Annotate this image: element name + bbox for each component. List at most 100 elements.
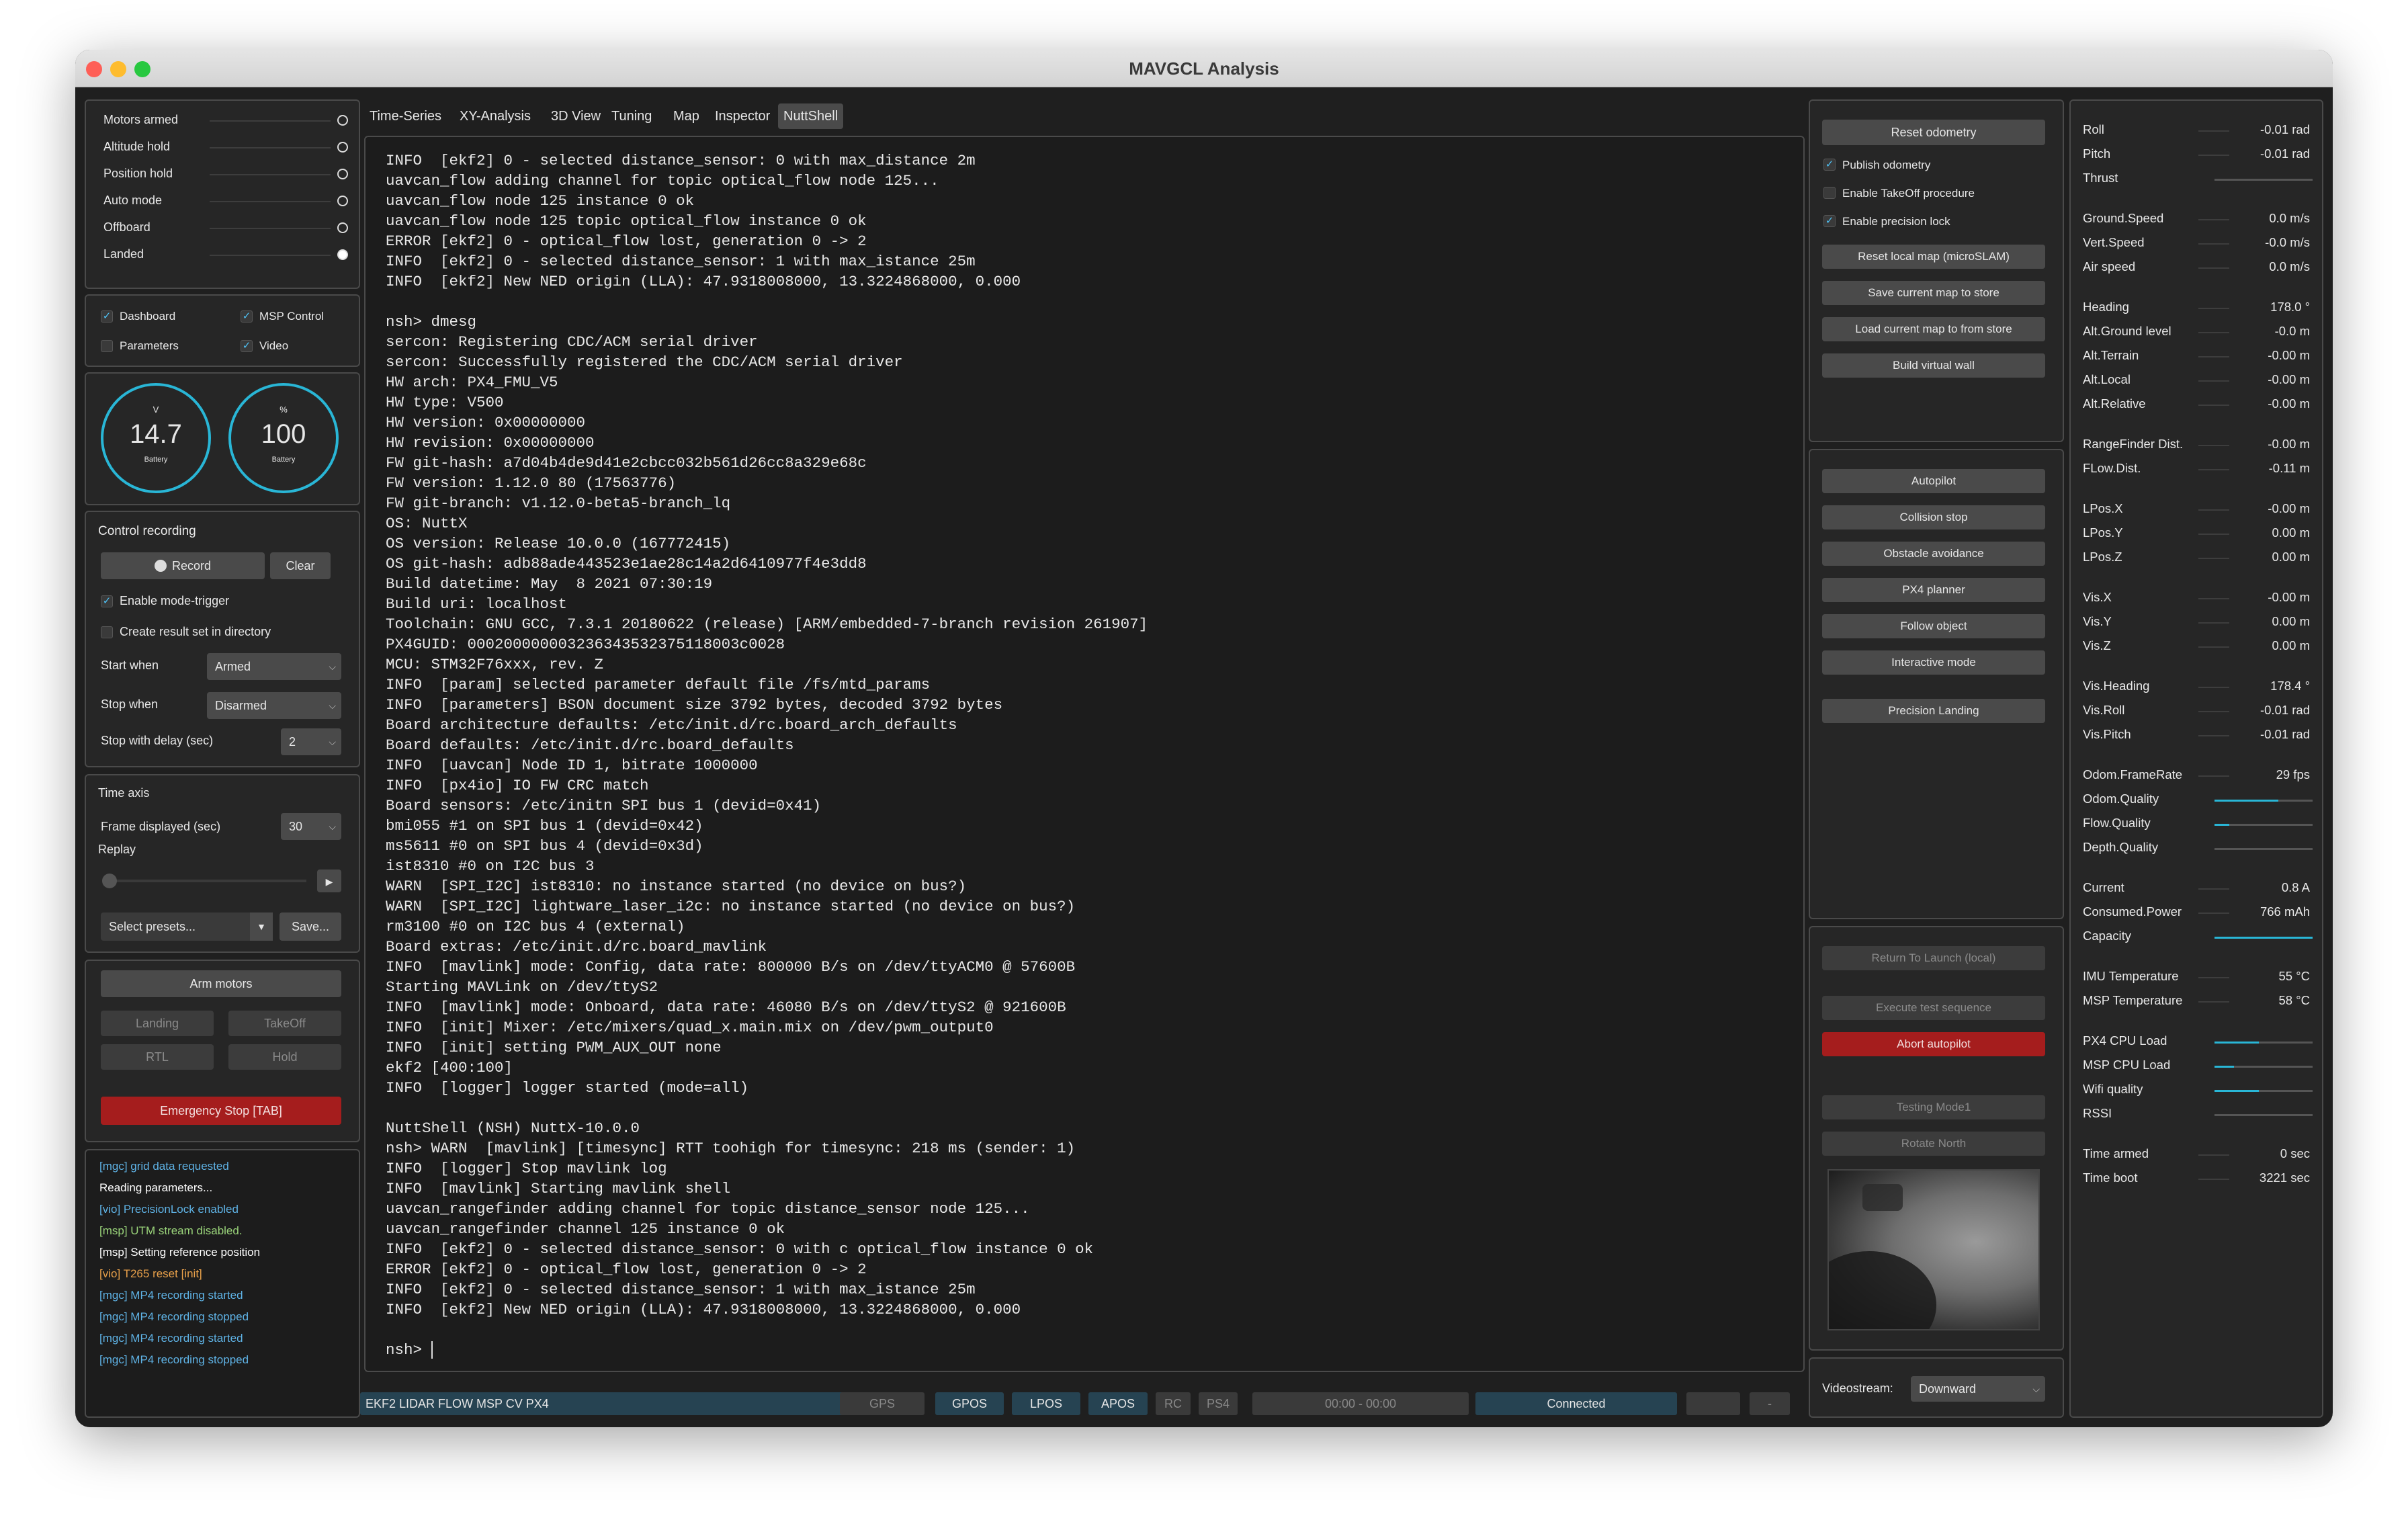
terminal-line: uavcan_rangefinder adding channel for to… bbox=[386, 1200, 1030, 1218]
save-map-button[interactable]: Save current map to store bbox=[1822, 281, 2045, 305]
telemetry-label: Vis.Y bbox=[2083, 614, 2112, 628]
landing-button[interactable]: Landing bbox=[101, 1011, 214, 1036]
rotate-north-button[interactable]: Rotate North bbox=[1822, 1132, 2045, 1156]
telemetry-divider bbox=[2198, 469, 2229, 470]
reset-odometry-button[interactable]: Reset odometry bbox=[1822, 120, 2045, 145]
precision-lock-checkbox[interactable]: ✓ bbox=[1823, 215, 1836, 227]
view-checkbox[interactable]: ✓ bbox=[101, 310, 113, 323]
clear-button[interactable]: Clear bbox=[270, 552, 331, 579]
telemetry-value: -0.0 m bbox=[2274, 324, 2310, 338]
view-checkbox[interactable]: ✓ bbox=[241, 310, 253, 323]
title-bar: MAVGCL Analysis bbox=[75, 50, 2333, 87]
telemetry-divider bbox=[2198, 243, 2229, 245]
view-checkbox[interactable] bbox=[101, 340, 113, 352]
build-wall-button[interactable]: Build virtual wall bbox=[1822, 353, 2045, 378]
tab-time-series[interactable]: Time-Series bbox=[364, 103, 447, 129]
tab-nuttshell[interactable]: NuttShell bbox=[778, 103, 844, 129]
log-message: [msp] UTM stream disabled. bbox=[99, 1224, 243, 1237]
telemetry-label: IMU Temperature bbox=[2083, 969, 2179, 983]
test-sequence-button[interactable]: Execute test sequence bbox=[1822, 996, 2045, 1020]
telemetry-divider bbox=[2198, 598, 2229, 599]
result-dir-checkbox[interactable] bbox=[101, 626, 113, 638]
mode-trigger-checkbox[interactable]: ✓ bbox=[101, 595, 113, 607]
flag-indicator bbox=[337, 222, 348, 233]
nuttshell-terminal[interactable]: INFO [ekf2] 0 - selected distance_sensor… bbox=[364, 136, 1805, 1372]
telemetry-value: -0.01 rad bbox=[2260, 122, 2310, 136]
dash-status: - bbox=[1750, 1392, 1790, 1415]
terminal-line: INFO [uavcan] Node ID 1, bitrate 1000000 bbox=[386, 757, 758, 774]
tab-xy-analysis[interactable]: XY-Analysis bbox=[454, 103, 536, 129]
telemetry-value: 766 mAh bbox=[2260, 904, 2310, 919]
terminal-line: WARN [SPI_I2C] ist8310: no instance star… bbox=[386, 878, 967, 895]
terminal-line: Build datetime: May 8 2021 07:30:19 bbox=[386, 575, 713, 593]
takeoff-button[interactable]: TakeOff bbox=[228, 1011, 341, 1036]
battery-percent-gauge: % 100 Battery bbox=[228, 383, 339, 493]
frame-select[interactable]: 30 ⌵ bbox=[281, 813, 341, 840]
stop-when-select[interactable]: Disarmed ⌵ bbox=[207, 692, 341, 719]
play-button[interactable]: ▶ bbox=[317, 869, 341, 892]
mode-follow-object-button[interactable]: Follow object bbox=[1822, 614, 2045, 638]
terminal-line: FW git-branch: v1.12.0-beta5-branch_lq bbox=[386, 495, 731, 512]
telemetry-value: -0.01 rad bbox=[2260, 146, 2310, 161]
terminal-prompt-line[interactable]: nsh> bbox=[386, 1341, 433, 1359]
log-message: [mgc] MP4 recording started bbox=[99, 1332, 243, 1345]
telemetry-value: -0.11 m bbox=[2268, 461, 2310, 475]
mode-obstacle-avoidance-button[interactable]: Obstacle avoidance bbox=[1822, 542, 2045, 566]
save-presets-button[interactable]: Save... bbox=[280, 912, 341, 941]
terminal-line: Board architecture defaults: /etc/init.d… bbox=[386, 716, 957, 734]
tab-tuning[interactable]: Tuning bbox=[606, 103, 657, 129]
gps-status: GPS bbox=[840, 1392, 924, 1415]
telemetry-label: FLow.Dist. bbox=[2083, 461, 2141, 475]
terminal-line: ekf2 [400:100] bbox=[386, 1059, 513, 1076]
hold-button[interactable]: Hold bbox=[228, 1044, 341, 1070]
rtl-local-button[interactable]: Return To Launch (local) bbox=[1822, 946, 2045, 970]
view-checkbox[interactable]: ✓ bbox=[241, 340, 253, 352]
telemetry-label: Vis.Z bbox=[2083, 638, 2111, 652]
mode-collision-stop-button[interactable]: Collision stop bbox=[1822, 505, 2045, 529]
flag-label: Motors armed bbox=[103, 113, 179, 126]
telemetry-label: Alt.Ground level bbox=[2083, 324, 2172, 338]
start-when-select[interactable]: Armed ⌵ bbox=[207, 653, 341, 680]
tab-3d-view[interactable]: 3D View bbox=[546, 103, 606, 129]
stop-delay-select[interactable]: 2 ⌵ bbox=[281, 728, 341, 755]
ps4-status: PS4 bbox=[1199, 1392, 1238, 1415]
replay-slider-handle[interactable] bbox=[102, 874, 117, 888]
mode-autopilot-button[interactable]: Autopilot bbox=[1822, 469, 2045, 493]
telemetry-value: 178.4 ° bbox=[2270, 679, 2310, 693]
testing-mode-button[interactable]: Testing Mode1 bbox=[1822, 1095, 2045, 1119]
telemetry-divider bbox=[2198, 646, 2229, 648]
telemetry-bar-fill bbox=[2214, 1042, 2259, 1044]
telemetry-label: PX4 CPU Load bbox=[2083, 1033, 2167, 1048]
telemetry-label: LPos.Y bbox=[2083, 525, 2123, 540]
view-label: Dashboard bbox=[120, 310, 176, 323]
videostream-select[interactable]: Downward ⌵ bbox=[1911, 1376, 2045, 1402]
mode-interactive-mode-button[interactable]: Interactive mode bbox=[1822, 650, 2045, 675]
videostream-value: Downward bbox=[1919, 1382, 1977, 1396]
gauge-value: 100 bbox=[261, 419, 306, 449]
tab-map[interactable]: Map bbox=[668, 103, 705, 129]
telemetry-divider bbox=[2198, 308, 2229, 309]
mode-px4-planner-button[interactable]: PX4 planner bbox=[1822, 578, 2045, 602]
publish-odometry-checkbox[interactable]: ✓ bbox=[1823, 159, 1836, 171]
load-map-button[interactable]: Load current map to from store bbox=[1822, 317, 2045, 341]
emergency-stop-button[interactable]: Emergency Stop [TAB] bbox=[101, 1097, 341, 1125]
reset-local-map-button[interactable]: Reset local map (microSLAM) bbox=[1822, 245, 2045, 269]
presets-select[interactable]: Select presets... ▼ bbox=[101, 912, 273, 941]
tab-inspector[interactable]: Inspector bbox=[710, 103, 775, 129]
terminal-line: INFO [logger] Stop mavlink log bbox=[386, 1160, 667, 1177]
source-status: EKF2 LIDAR FLOW MSP CV PX4 bbox=[360, 1392, 906, 1415]
arm-motors-button[interactable]: Arm motors bbox=[101, 970, 341, 997]
telemetry-bar-fill bbox=[2214, 937, 2313, 939]
record-button[interactable]: Record bbox=[101, 552, 265, 579]
telemetry-label: Pitch bbox=[2083, 146, 2111, 161]
telemetry-bar bbox=[2214, 1114, 2313, 1116]
abort-autopilot-button[interactable]: Abort autopilot bbox=[1822, 1032, 2045, 1056]
replay-slider-track[interactable] bbox=[109, 880, 306, 882]
takeoff-procedure-checkbox[interactable] bbox=[1823, 187, 1836, 199]
flag-label: Auto mode bbox=[103, 194, 163, 207]
terminal-line: INFO [px4io] IO FW CRC match bbox=[386, 777, 649, 794]
rtl-button[interactable]: RTL bbox=[101, 1044, 214, 1070]
window-title: MAVGCL Analysis bbox=[1129, 58, 1279, 79]
log-message: [vio] PrecisionLock enabled bbox=[99, 1203, 239, 1216]
mode-precision-landing-button[interactable]: Precision Landing bbox=[1822, 699, 2045, 723]
